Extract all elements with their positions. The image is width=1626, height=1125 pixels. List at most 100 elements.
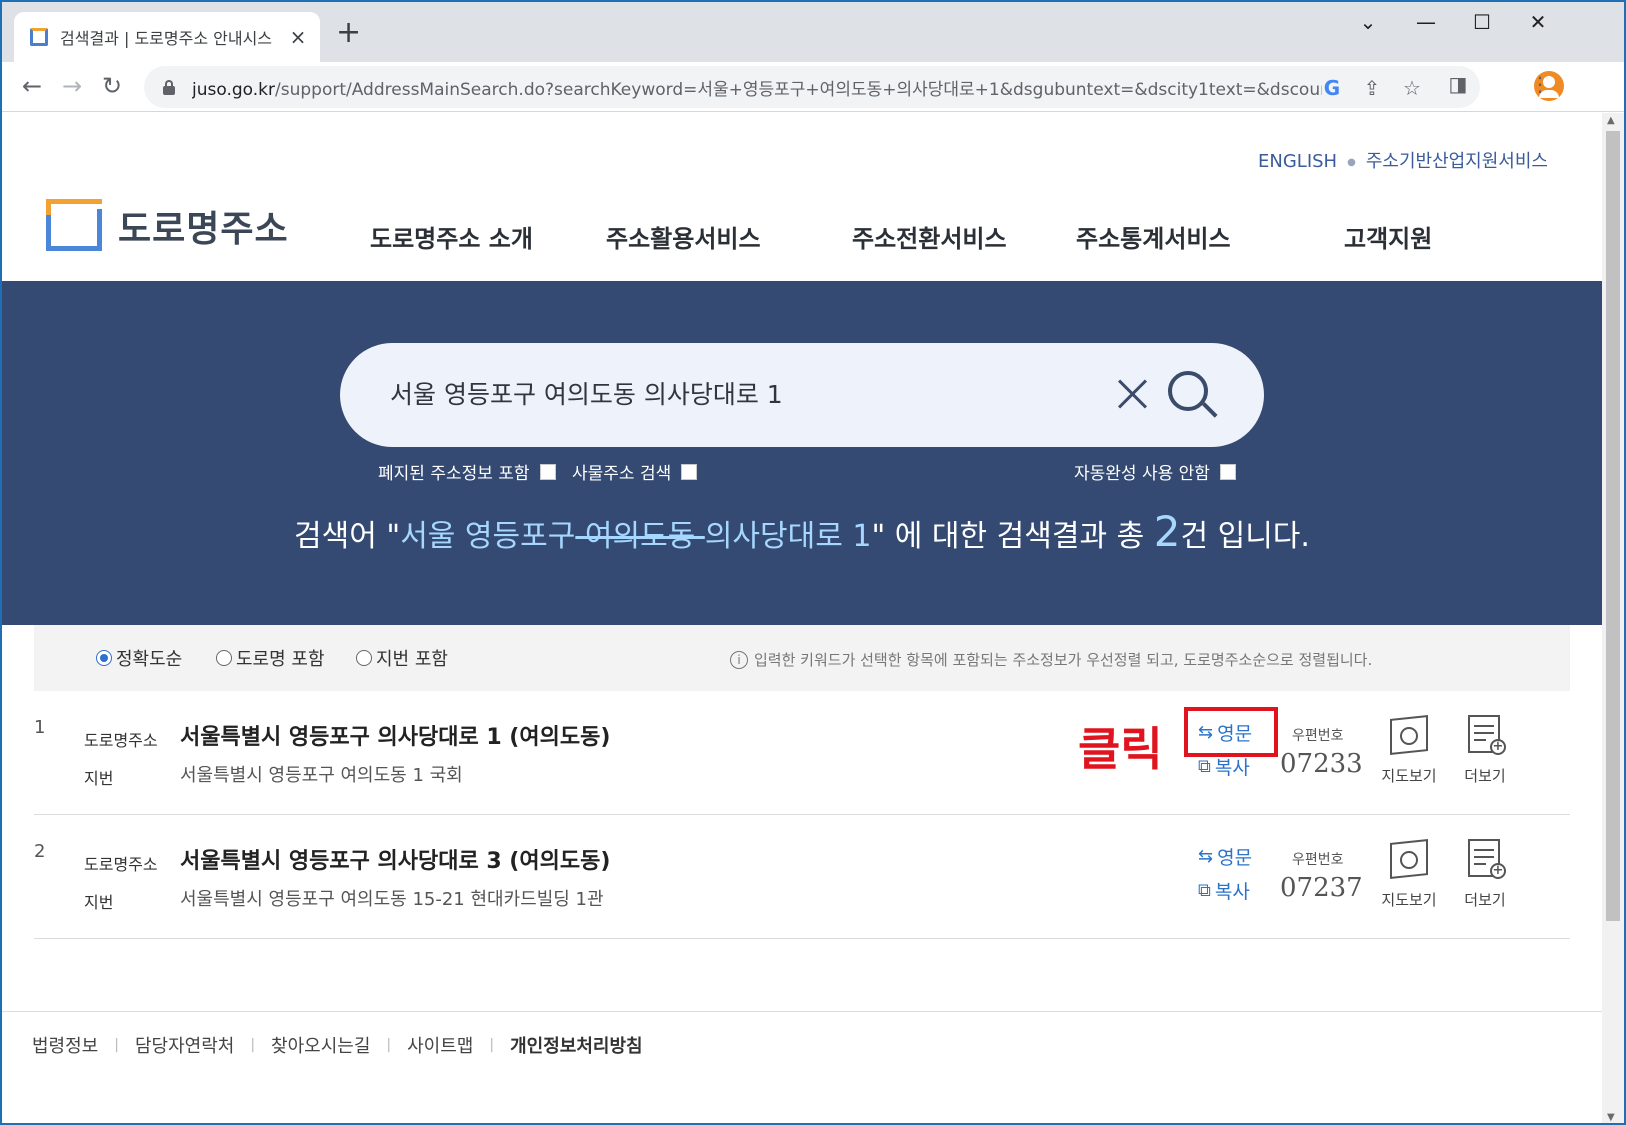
option-no-autocomplete[interactable]: 자동완성 사용 안함 xyxy=(1074,459,1236,484)
copy-icon: ⧉ xyxy=(1198,756,1211,777)
minimize-button[interactable]: — xyxy=(1406,10,1446,34)
forward-button[interactable]: → xyxy=(56,70,88,102)
browser-menu-icon[interactable]: ⋮ xyxy=(1528,72,1552,96)
address-bar[interactable]: juso.go.kr/support/AddressMainSearch.do?… xyxy=(144,66,1480,108)
google-translate-icon[interactable]: G xyxy=(1320,76,1344,100)
scroll-down-icon[interactable]: ▼ xyxy=(1607,1112,1615,1123)
industry-support-link[interactable]: 주소기반산업지원서비스 xyxy=(1366,151,1548,172)
tab-search-dropdown-icon[interactable]: ⌄ xyxy=(1348,10,1388,34)
postal-label: 우편번호 xyxy=(1292,852,1344,868)
jibun-address: 서울특별시 영등포구 여의도동 1 국회 xyxy=(180,765,463,786)
gnb-conversion-service[interactable]: 주소전환서비스 xyxy=(852,219,1007,254)
separator-dot: ● xyxy=(1347,156,1356,168)
copy-button[interactable]: ⧉ 복사 xyxy=(1198,753,1250,780)
gnb-intro[interactable]: 도로명주소 소개 xyxy=(370,219,533,254)
option-no-autocomplete-checkbox[interactable] xyxy=(1219,463,1236,480)
copy-button[interactable]: ⧉ 복사 xyxy=(1198,877,1250,904)
swap-icon: ⇆ xyxy=(1198,846,1214,867)
back-button[interactable]: ← xyxy=(16,70,48,102)
copy-icon: ⧉ xyxy=(1198,880,1211,901)
house-logo-icon xyxy=(44,199,106,253)
page-scrollbar[interactable]: ▲ ▼ xyxy=(1602,113,1624,1123)
option-object-address[interactable]: 사물주소 검색 xyxy=(572,459,698,484)
more-button[interactable]: + 더보기 xyxy=(1450,839,1520,910)
road-address: 서울특별시 영등포구 의사당대로 1 (여의도동) xyxy=(180,725,611,750)
footer-link-privacy[interactable]: 개인정보처리방침 xyxy=(510,1032,642,1058)
more-button[interactable]: + 더보기 xyxy=(1450,715,1520,786)
tab-close-icon[interactable]: × xyxy=(288,25,308,49)
road-address: 서울특별시 영등포구 의사당대로 3 (여의도동) xyxy=(180,849,611,874)
web-page: ENGLISH ● 주소기반산업지원서비스 도로명주소 도로명주소 소개 주소활용서… xyxy=(2,113,1602,1123)
site-logo[interactable]: 도로명주소 xyxy=(44,199,289,253)
url-text[interactable]: juso.go.kr/support/AddressMainSearch.do?… xyxy=(192,75,1322,100)
sort-accuracy-radio[interactable] xyxy=(96,650,112,666)
new-tab-icon[interactable]: + xyxy=(336,18,361,48)
english-address-button[interactable]: ⇆ 영문 xyxy=(1198,843,1252,870)
clear-icon[interactable] xyxy=(1112,373,1152,413)
scroll-thumb[interactable] xyxy=(1606,131,1620,921)
gnb-customer-support[interactable]: 고객지원 xyxy=(1344,219,1432,254)
result-count: 2 xyxy=(1153,507,1181,556)
map-icon xyxy=(1388,839,1430,881)
sort-road-name-radio[interactable] xyxy=(216,650,232,666)
sort-bar: 정확도순 도로명 포함 지번 포함 i 입력한 키워드가 선택한 항목에 포함되는… xyxy=(34,625,1570,691)
option-abolished[interactable]: 폐지된 주소정보 포함 xyxy=(378,459,556,484)
scroll-up-icon[interactable]: ▲ xyxy=(1607,115,1615,126)
browser-tab[interactable]: 검색결과 | 도로명주소 안내시스 × xyxy=(14,12,320,62)
sort-jibun-radio[interactable] xyxy=(356,650,372,666)
sort-road-name[interactable]: 도로명 포함 xyxy=(216,645,325,671)
document-plus-icon: + xyxy=(1464,715,1506,757)
site-favicon-icon xyxy=(28,26,50,48)
postal-code: 07237 xyxy=(1280,873,1363,903)
jibun-label: 지번 xyxy=(84,769,114,788)
result-number: 2 xyxy=(34,841,46,862)
footer-links: 법령정보 | 담당자연락처 | 찾아오시는길 | 사이트맵 | 개인정보처리방침 xyxy=(32,1032,643,1058)
share-icon[interactable]: ⇪ xyxy=(1360,76,1384,100)
gnb-statistics-service[interactable]: 주소통계서비스 xyxy=(1076,219,1231,254)
result-number: 1 xyxy=(34,717,46,738)
sort-note: i 입력한 키워드가 선택한 항목에 포함되는 주소정보가 우선정렬 되고, 도로… xyxy=(730,649,1372,670)
click-highlight-box xyxy=(1184,707,1278,757)
result-summary: 검색어 "서울 영등포구 여의도동 의사당대로 1" 에 대한 검색결과 총 2… xyxy=(294,507,1310,556)
footer-link-contacts[interactable]: 담당자연락처 xyxy=(135,1032,234,1058)
postal-label: 우편번호 xyxy=(1292,728,1344,744)
sort-accuracy[interactable]: 정확도순 xyxy=(96,645,182,671)
browser-window: 검색결과 | 도로명주소 안내시스 × + ⌄ — ☐ ✕ ← → ↻ juso… xyxy=(0,0,1626,1125)
map-view-button[interactable]: 지도보기 xyxy=(1374,839,1444,910)
document-plus-icon: + xyxy=(1464,839,1506,881)
tab-strip: 검색결과 | 도로명주소 안내시스 × + ⌄ — ☐ ✕ xyxy=(2,2,1624,62)
gnb-usage-service[interactable]: 주소활용서비스 xyxy=(606,219,761,254)
option-abolished-checkbox[interactable] xyxy=(539,463,556,480)
search-input[interactable]: 서울 영등포구 여의도동 의사당대로 1 xyxy=(390,375,783,411)
search-hero: 서울 영등포구 여의도동 의사당대로 1 폐지된 주소정보 포함 사물주소 검색… xyxy=(2,281,1602,625)
lock-icon[interactable] xyxy=(162,80,176,95)
search-box: 서울 영등포구 여의도동 의사당대로 1 xyxy=(340,343,1264,447)
bookmark-star-icon[interactable]: ☆ xyxy=(1400,76,1424,100)
result-row: 2 도로명주소 서울특별시 영등포구 의사당대로 3 (여의도동) 지번 서울특… xyxy=(34,815,1570,939)
jibun-address: 서울특별시 영등포구 여의도동 15-21 현대카드빌딩 1관 xyxy=(180,889,604,910)
map-view-button[interactable]: 지도보기 xyxy=(1374,715,1444,786)
browser-toolbar: ← → ↻ juso.go.kr/support/AddressMainSear… xyxy=(2,62,1624,112)
utility-links: ENGLISH ● 주소기반산업지원서비스 xyxy=(1258,147,1548,173)
option-abolished-label: 폐지된 주소정보 포함 xyxy=(378,464,530,484)
sort-jibun[interactable]: 지번 포함 xyxy=(356,645,448,671)
site-footer: 법령정보 | 담당자연락처 | 찾아오시는길 | 사이트맵 | 개인정보처리방침 xyxy=(2,1011,1602,1123)
side-panel-icon[interactable]: ◨ xyxy=(1446,72,1470,96)
info-icon: i xyxy=(730,650,748,669)
footer-link-directions[interactable]: 찾아오시는길 xyxy=(271,1032,370,1058)
maximize-button[interactable]: ☐ xyxy=(1462,10,1502,34)
option-object-address-checkbox[interactable] xyxy=(681,463,698,480)
click-annotation-label: 클릭 xyxy=(1078,722,1163,776)
postal-code: 07233 xyxy=(1280,749,1363,779)
footer-link-sitemap[interactable]: 사이트맵 xyxy=(407,1032,473,1058)
footer-link-law[interactable]: 법령정보 xyxy=(32,1032,98,1058)
option-object-address-label: 사물주소 검색 xyxy=(572,464,672,484)
english-link[interactable]: ENGLISH xyxy=(1258,151,1337,172)
option-no-autocomplete-label: 자동완성 사용 안함 xyxy=(1074,464,1210,484)
reload-button[interactable]: ↻ xyxy=(96,70,128,102)
result-row: 1 도로명주소 서울특별시 영등포구 의사당대로 1 (여의도동) 지번 서울특… xyxy=(34,691,1570,815)
window-close-button[interactable]: ✕ xyxy=(1518,10,1558,34)
map-icon xyxy=(1388,715,1430,757)
search-icon[interactable] xyxy=(1164,367,1220,423)
jibun-label: 지번 xyxy=(84,893,114,912)
